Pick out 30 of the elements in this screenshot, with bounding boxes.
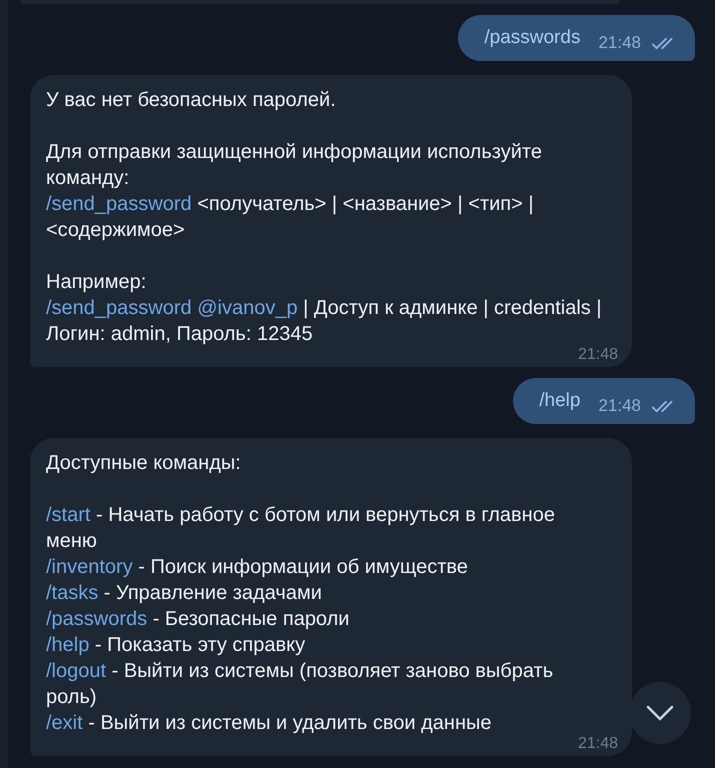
message-text: /exit - Выйти из системы и удалить свои данные [46,711,493,736]
command-link[interactable]: /tasks [46,582,98,604]
message-text: /help - Показать эту справку [46,633,306,658]
message-text: /send_password @ivanov_p | Доступ к админке | credentials | Логин: admin, Пароль: 12345 [46,296,602,347]
command-link[interactable]: /inventory [46,556,133,578]
command-link[interactable]: /help [46,634,90,656]
message-text: /tasks - Управление задачами [46,581,323,606]
message-text: /inventory - Поиск информации об имуществе [46,555,469,580]
message-time: 21:48 [598,33,641,53]
command-link[interactable]: /send_password [46,193,192,215]
message-text: Например: [46,270,148,295]
mention-link[interactable]: @ivanov_p [197,297,298,319]
message-text: /help [539,390,580,412]
message-text: /logout - Выйти из системы (позволяет заново выбрать роль) [46,659,554,710]
chevron-down-icon [645,704,675,722]
command-link[interactable]: /exit [46,712,83,734]
message-text: /start - Начать работу с ботом или вернуться в главное меню [46,503,556,554]
message-text: У вас нет безопасных паролей. [46,88,337,113]
command-link[interactable]: /send_password [46,297,192,319]
message-text: /send_password <получатель> | <название> | <тип> | <содержимое> [46,192,535,243]
message-text: /passwords [484,27,580,49]
message-text: Доступные команды: [46,451,242,476]
command-link[interactable]: /logout [46,660,106,682]
message-text: /passwords - Безопасные пароли [46,607,350,632]
message-text: Для отправки защищенной информации используйте команду: [46,140,543,191]
message-time: 21:48 [578,346,618,364]
command-link[interactable]: /start [46,504,90,526]
message-time: 21:48 [598,396,641,416]
command-link[interactable]: /passwords [46,608,148,630]
message-time: 21:48 [578,735,618,753]
